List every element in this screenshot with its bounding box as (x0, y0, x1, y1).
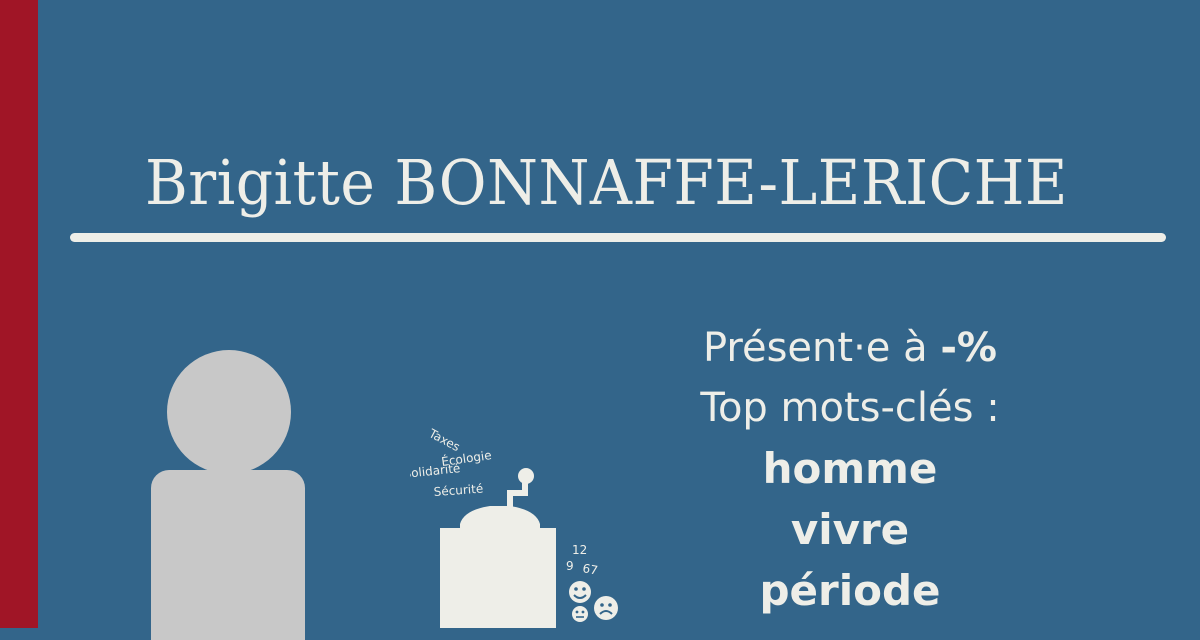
word-securite: Sécurité (433, 482, 483, 499)
stats-panel: Présent·e à -% Top mots-clés : homme viv… (640, 318, 1060, 621)
title-underline (70, 233, 1166, 242)
word-solidarite: Solidarité (410, 461, 461, 481)
keyword-2: vivre (790, 505, 910, 554)
number-12: 12 (572, 543, 587, 557)
grinder-top (460, 506, 540, 528)
smiley-happy-icon (569, 581, 591, 603)
keyword-1: homme (762, 444, 938, 493)
number-9: 9 (566, 559, 574, 573)
candidate-name: Brigitte BONNAFFE-LERICHE (145, 146, 1068, 219)
left-accent-band (0, 0, 38, 628)
grinder-body (440, 528, 556, 628)
keywords-label: Top mots-clés : (700, 385, 1000, 431)
word-taxes: Taxes (426, 426, 463, 454)
coffee-grinder-icon: Taxes Écologie Solidarité Sécurité 12 9 … (410, 426, 618, 628)
grinder-crank (507, 468, 534, 508)
presence-value: -% (940, 325, 998, 371)
avatar-body (151, 470, 305, 640)
smiley-neutral-icon (572, 606, 588, 622)
presence-line: Présent·e à -% (640, 318, 1060, 378)
number-67: 67 (581, 561, 598, 577)
smiley-sad-icon (594, 596, 618, 620)
keyword-3: période (759, 566, 941, 615)
presence-label: Présent·e à (702, 325, 941, 371)
avatar-head (167, 350, 291, 474)
